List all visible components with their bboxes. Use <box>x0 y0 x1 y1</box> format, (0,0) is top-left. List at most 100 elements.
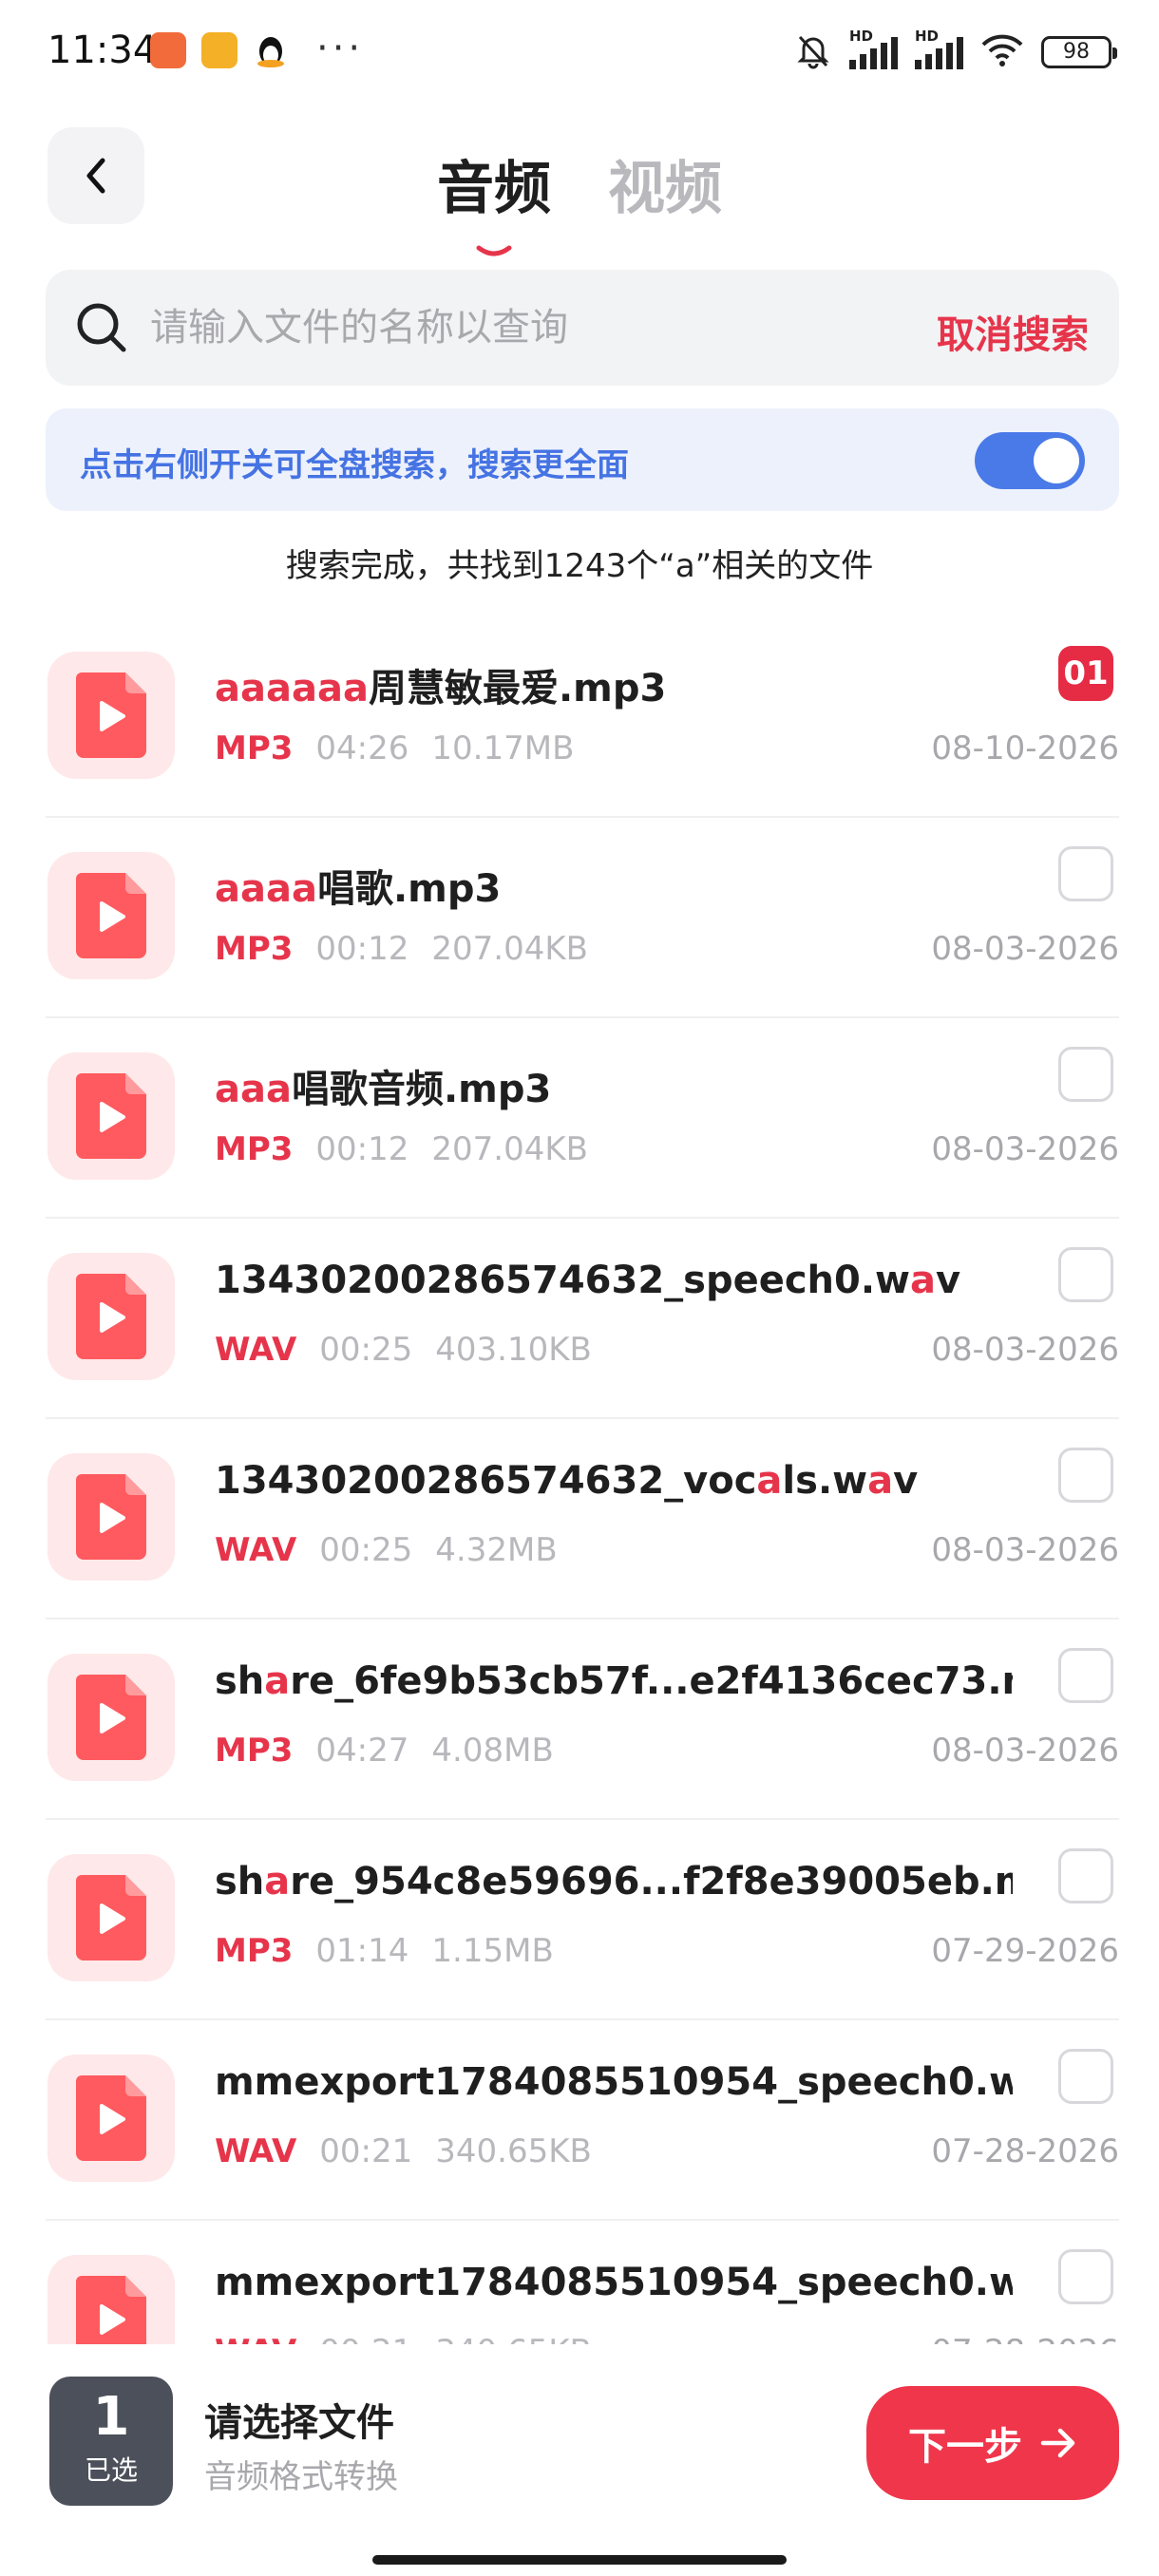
file-name-part: ls.w <box>782 1459 868 1503</box>
audio-file-icon <box>48 2255 175 2344</box>
app-orange-icon <box>150 32 186 68</box>
file-name: aaaaaa周慧敏最爱.mp3 <box>215 657 1013 712</box>
file-name-match: aaa <box>215 1068 292 1111</box>
selected-count-badge[interactable]: 1 已选 <box>49 2377 173 2506</box>
select-checkbox[interactable] <box>1058 846 1113 901</box>
status-bar: 11:34 ··· HD HD 98 <box>0 0 1159 104</box>
file-type: WAV <box>215 1531 297 1569</box>
file-size: 207.04KB <box>431 1130 588 1168</box>
select-checkbox[interactable] <box>1058 1848 1113 1904</box>
file-size: 10.17MB <box>431 729 575 767</box>
file-date: 08-03-2026 <box>931 930 1119 968</box>
selected-count: 1 <box>92 2386 130 2448</box>
file-name-match: aaaaaa <box>215 667 369 710</box>
file-name-part: v <box>936 1259 961 1302</box>
select-checkbox[interactable] <box>1058 2049 1113 2104</box>
file-meta: MP3 01:14 1.15MB <box>215 1932 554 1970</box>
file-duration: 00:12 <box>315 1130 409 1168</box>
file-meta: WAV 00:25 403.10KB <box>215 1331 592 1369</box>
file-size: 4.32MB <box>435 1531 558 1569</box>
select-title: 请选择文件 <box>204 2401 394 2445</box>
full-search-banner-text: 点击右侧开关可全盘搜索，搜索更全面 <box>80 446 629 484</box>
tab-video[interactable]: 视频 <box>608 142 722 225</box>
file-type: WAV <box>215 1331 297 1369</box>
search-bar: 取消搜索 <box>46 270 1119 386</box>
file-row[interactable]: aaaa唱歌.mp3 MP3 00:12 207.04KB 08-03-2026 <box>46 818 1119 1018</box>
file-meta: WAV 00:25 4.32MB <box>215 1531 558 1569</box>
battery-icon: 98 <box>1041 36 1117 68</box>
select-checkbox[interactable] <box>1058 1448 1113 1503</box>
file-size: 207.04KB <box>431 930 588 968</box>
file-name-part: v <box>893 1459 919 1503</box>
status-time: 11:34 <box>48 28 158 72</box>
tab-audio-label: 音频 <box>437 156 551 222</box>
file-meta: MP3 00:12 207.04KB <box>215 930 588 968</box>
select-checkbox[interactable] <box>1058 2249 1113 2304</box>
result-summary: 搜索完成，共找到1243个“a”相关的文件 <box>285 547 874 585</box>
next-step-button[interactable]: 下一步 <box>866 2386 1119 2500</box>
file-date: 08-03-2026 <box>931 1130 1119 1168</box>
select-checkbox[interactable] <box>1058 1047 1113 1102</box>
file-name: mmexport1784085510954_speech0.wav <box>215 2261 1013 2304</box>
file-name-part: mmexport1784085510954_speech0.w <box>215 2261 1013 2304</box>
audio-file-icon <box>48 1654 175 1781</box>
select-checkbox[interactable]: 01 <box>1058 646 1113 701</box>
file-type: MP3 <box>215 1732 294 1770</box>
file-name-part: re_6fe9b53cb57f...e2f4136cec73.mp3 <box>290 1659 1013 1703</box>
file-name-part: re_954c8e59696...f2f8e39005eb.mp3 <box>290 1860 1013 1904</box>
file-row[interactable]: share_954c8e59696...f2f8e39005eb.mp3 MP3… <box>46 1820 1119 2020</box>
file-name: share_6fe9b53cb57f...e2f4136cec73.mp3 <box>215 1659 1013 1703</box>
file-list[interactable]: aaaaaa周慧敏最爱.mp3 MP3 04:26 10.17MB 08-10-20… <box>46 617 1119 2344</box>
file-name-match: a <box>264 1860 291 1904</box>
file-duration: 04:26 <box>315 729 409 767</box>
arrow-right-icon <box>1040 2428 1075 2458</box>
file-duration: 04:27 <box>315 1732 409 1770</box>
file-meta: WAV 00:21 340.65KB <box>215 2132 592 2170</box>
file-type: MP3 <box>215 930 294 968</box>
audio-file-icon <box>48 1854 175 1981</box>
file-row[interactable]: aaaaaa周慧敏最爱.mp3 MP3 04:26 10.17MB 08-10-20… <box>46 617 1119 818</box>
file-duration: 00:12 <box>315 930 409 968</box>
home-indicator[interactable] <box>372 2555 787 2565</box>
file-row[interactable]: mmexport1784085510954_speech0.wav WAV 00:… <box>46 2221 1119 2344</box>
file-meta: MP3 04:26 10.17MB <box>215 729 574 767</box>
app-yellow-icon <box>201 32 238 68</box>
search-icon <box>77 303 126 352</box>
selected-label: 已选 <box>84 2454 138 2486</box>
file-name: aaa唱歌音频.mp3 <box>215 1058 1013 1113</box>
back-button[interactable] <box>48 127 144 224</box>
search-input[interactable] <box>150 293 815 363</box>
file-duration: 00:25 <box>319 1331 413 1369</box>
file-date: 07-28-2026 <box>931 2132 1119 2170</box>
file-name: mmexport1784085510954_speech0.wav <box>215 2060 1013 2104</box>
file-name-match: a <box>264 1659 291 1703</box>
file-date: 08-10-2026 <box>931 729 1119 767</box>
file-row[interactable]: mmexport1784085510954_speech0.wav WAV 00:… <box>46 2020 1119 2221</box>
next-step-label: 下一步 <box>908 2425 1022 2469</box>
file-size: 340.65KB <box>435 2132 592 2170</box>
file-name-part: sh <box>215 1860 265 1904</box>
toggle-knob <box>1034 438 1079 483</box>
file-row[interactable]: 13430200286574632_speech0.wav WAV 00:25 40… <box>46 1219 1119 1419</box>
file-name-part: 唱歌.mp3 <box>316 867 502 911</box>
full-search-toggle[interactable] <box>975 432 1085 489</box>
file-size: 403.10KB <box>435 1331 592 1369</box>
select-checkbox[interactable] <box>1058 1648 1113 1703</box>
file-name-match: a <box>756 1459 783 1503</box>
select-checkbox[interactable] <box>1058 1247 1113 1302</box>
qq-penguin-icon <box>253 32 289 68</box>
file-name: 13430200286574632_vocals.wav <box>215 1459 1013 1503</box>
tab-audio[interactable]: 音频 <box>437 142 551 256</box>
audio-file-icon <box>48 852 175 979</box>
file-size: 4.08MB <box>431 1732 554 1770</box>
file-duration: 01:14 <box>315 1932 409 1970</box>
file-name-part: mmexport1784085510954_speech0.w <box>215 2060 1013 2104</box>
audio-file-icon <box>48 2055 175 2182</box>
cancel-search-button[interactable]: 取消搜索 <box>937 304 1089 359</box>
file-row[interactable]: aaa唱歌音频.mp3 MP3 00:12 207.04KB 08-03-2026 <box>46 1018 1119 1219</box>
file-row[interactable]: 13430200286574632_vocals.wav WAV 00:25 4.3… <box>46 1419 1119 1619</box>
file-duration: 00:25 <box>319 1531 413 1569</box>
file-row[interactable]: share_6fe9b53cb57f...e2f4136cec73.mp3 MP… <box>46 1619 1119 1820</box>
audio-file-icon <box>48 1052 175 1180</box>
tab-video-label: 视频 <box>608 156 722 222</box>
